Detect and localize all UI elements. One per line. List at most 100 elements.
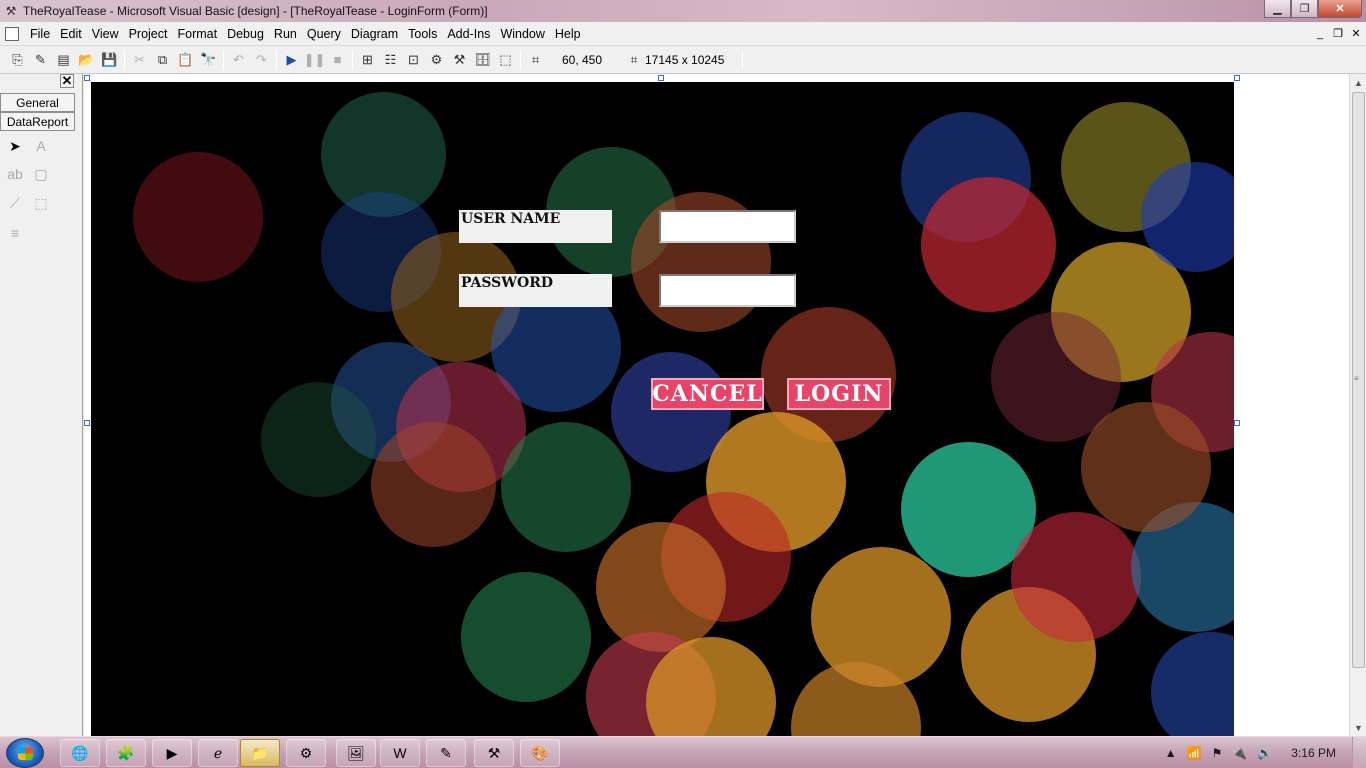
open-project-icon[interactable]: 📂 <box>75 49 98 71</box>
designer-vertical-scrollbar[interactable]: ▲ ≡ ▼ <box>1349 74 1366 736</box>
menu-query[interactable]: Query <box>302 27 346 41</box>
network-signal-icon[interactable]: 📶 <box>1187 746 1202 760</box>
menu-debug[interactable]: Debug <box>222 27 269 41</box>
mdi-minimize-button[interactable]: _ <box>1312 26 1328 41</box>
cancel-button[interactable]: CANCEL <box>651 378 764 410</box>
line-tool-icon[interactable]: ⟋ <box>4 192 26 214</box>
standard-toolbar: ⎘ ✎ ▤ 📂 💾 ✂ ⧉ 📋 🔭 ↶ ↷ ▶ ❚❚ ■ ⊞ ☷ ⊡ ⚙ ⚒ 🗄… <box>0 46 1366 74</box>
taskbar: 🌐 🧩 ▶ ℯ 📁 ⚙ 🖼 W ✎ ⚒ 🎨 ▲ 📶 ⚑ 🔌 🔊 3:16 PM <box>0 736 1366 768</box>
position-value: 60, 450 <box>561 52 603 67</box>
menu-diagram[interactable]: Diagram <box>346 27 403 41</box>
menu-view[interactable]: View <box>87 27 124 41</box>
toolbar-separator <box>520 49 521 70</box>
toolbox-icon[interactable]: ⚒ <box>448 49 471 71</box>
toolbar-separator <box>352 49 353 70</box>
close-button[interactable]: ✕ <box>1318 0 1362 18</box>
resize-handle[interactable] <box>1234 75 1240 81</box>
power-icon[interactable]: 🔌 <box>1232 746 1247 760</box>
toolbox-panel: ✕ General DataReport ➤ A ab ▢ ⟋ ⬚ ≡ <box>0 73 83 736</box>
form-layout-icon[interactable]: ⊡ <box>402 49 425 71</box>
scroll-down-icon[interactable]: ▼ <box>1350 719 1366 736</box>
menu-edit[interactable]: Edit <box>55 27 87 41</box>
username-label[interactable]: USER NAME <box>459 210 612 243</box>
media-player-taskbar-icon[interactable]: ▶ <box>152 739 192 767</box>
tray-expand-icon[interactable]: ▲ <box>1165 746 1177 760</box>
menu-editor-icon[interactable]: ▤ <box>52 49 75 71</box>
visual-basic-taskbar-icon[interactable]: ⚒ <box>474 739 514 767</box>
label-tool-icon[interactable]: A <box>30 135 52 157</box>
properties-window-icon[interactable]: ☷ <box>379 49 402 71</box>
find-icon[interactable]: 🔭 <box>197 49 220 71</box>
menu-project[interactable]: Project <box>124 27 173 41</box>
login-form[interactable]: USER NAME PASSWORD CANCEL LOGIN <box>91 82 1234 736</box>
resize-handle[interactable] <box>84 420 90 426</box>
toolbar-separator <box>742 49 744 70</box>
add-project-icon[interactable]: ⎘ <box>6 49 29 71</box>
position-readout: ⌗ 60, 450 <box>524 49 617 71</box>
toolbox-close-icon[interactable]: ✕ <box>60 73 74 88</box>
folder-taskbar-icon[interactable]: 📁 <box>240 739 280 767</box>
title-bar: ⚒ TheRoyalTease - Microsoft Visual Basic… <box>0 0 1366 22</box>
data-view-icon[interactable]: 🗄 <box>471 49 494 71</box>
menu-file[interactable]: File <box>25 27 55 41</box>
menu-tools[interactable]: Tools <box>403 27 442 41</box>
screen-taskbar-icon[interactable]: 🖼 <box>336 739 376 767</box>
function-tool-icon[interactable]: ≡ <box>4 222 26 244</box>
undo-icon[interactable]: ↶ <box>227 49 250 71</box>
save-project-icon[interactable]: 💾 <box>98 49 121 71</box>
maximize-button[interactable]: ❐ <box>1291 0 1318 18</box>
menu-window[interactable]: Window <box>495 27 549 41</box>
system-tray: ▲ 📶 ⚑ 🔌 🔊 3:16 PM <box>1160 737 1366 768</box>
toolbox-tab-general[interactable]: General <box>0 93 75 112</box>
mdi-close-button[interactable]: ✕ <box>1348 26 1364 41</box>
scroll-up-icon[interactable]: ▲ <box>1350 74 1366 91</box>
copy-icon[interactable]: ⧉ <box>151 49 174 71</box>
paste-icon[interactable]: 📋 <box>174 49 197 71</box>
menu-format[interactable]: Format <box>172 27 222 41</box>
toolbar-separator <box>124 49 125 70</box>
form-window-icon[interactable] <box>5 26 19 41</box>
chrome-taskbar-icon[interactable]: 🌐 <box>60 739 100 767</box>
explorer-app-taskbar-icon[interactable]: 🧩 <box>106 739 146 767</box>
app-taskbar-icon[interactable]: ⚙ <box>286 739 326 767</box>
paint-taskbar-icon[interactable]: 🎨 <box>520 739 560 767</box>
minimize-button[interactable]: ▁ <box>1264 0 1291 18</box>
start-button[interactable] <box>6 738 44 768</box>
size-readout: ⌗ 17145 x 10245 <box>627 49 728 71</box>
project-explorer-icon[interactable]: ⊞ <box>356 49 379 71</box>
vb-app-icon[interactable]: ⚒ <box>3 3 19 19</box>
break-icon[interactable]: ❚❚ <box>303 49 326 71</box>
menu-bar: File Edit View Project Format Debug Run … <box>0 22 1366 46</box>
resize-handle[interactable] <box>658 75 664 81</box>
cut-icon[interactable]: ✂ <box>128 49 151 71</box>
resize-handle[interactable] <box>84 75 90 81</box>
toolbar-separator <box>223 49 224 70</box>
end-icon[interactable]: ■ <box>326 49 349 71</box>
shape-tool-icon[interactable]: ▢ <box>30 163 52 185</box>
username-textbox[interactable] <box>659 210 796 243</box>
internet-explorer-taskbar-icon[interactable]: ℯ <box>198 739 238 767</box>
mdi-restore-button[interactable]: ❐ <box>1330 26 1346 41</box>
show-desktop-button[interactable] <box>1352 737 1366 768</box>
login-button[interactable]: LOGIN <box>787 378 891 410</box>
resize-handle[interactable] <box>1234 420 1240 426</box>
password-textbox[interactable] <box>659 274 796 307</box>
word-taskbar-icon[interactable]: W <box>380 739 420 767</box>
toolbox-tab-datareport[interactable]: DataReport <box>0 112 75 131</box>
add-form-icon[interactable]: ✎ <box>29 49 52 71</box>
object-browser-icon[interactable]: ⚙ <box>425 49 448 71</box>
clock[interactable]: 3:16 PM <box>1291 746 1336 760</box>
menu-run[interactable]: Run <box>269 27 302 41</box>
menu-add-ins[interactable]: Add-Ins <box>442 27 495 41</box>
redo-icon[interactable]: ↷ <box>250 49 273 71</box>
start-icon[interactable]: ▶ <box>280 49 303 71</box>
password-label[interactable]: PASSWORD <box>459 274 612 307</box>
component-manager-icon[interactable]: ⬚ <box>494 49 517 71</box>
textbox-tool-icon[interactable]: ab <box>4 163 26 185</box>
pdf-taskbar-icon[interactable]: ✎ <box>426 739 466 767</box>
action-center-flag-icon[interactable]: ⚑ <box>1212 746 1223 760</box>
menu-help[interactable]: Help <box>550 27 586 41</box>
volume-icon[interactable]: 🔊 <box>1257 746 1272 760</box>
image-tool-icon[interactable]: ⬚ <box>30 192 52 214</box>
pointer-tool-icon[interactable]: ➤ <box>4 135 26 157</box>
